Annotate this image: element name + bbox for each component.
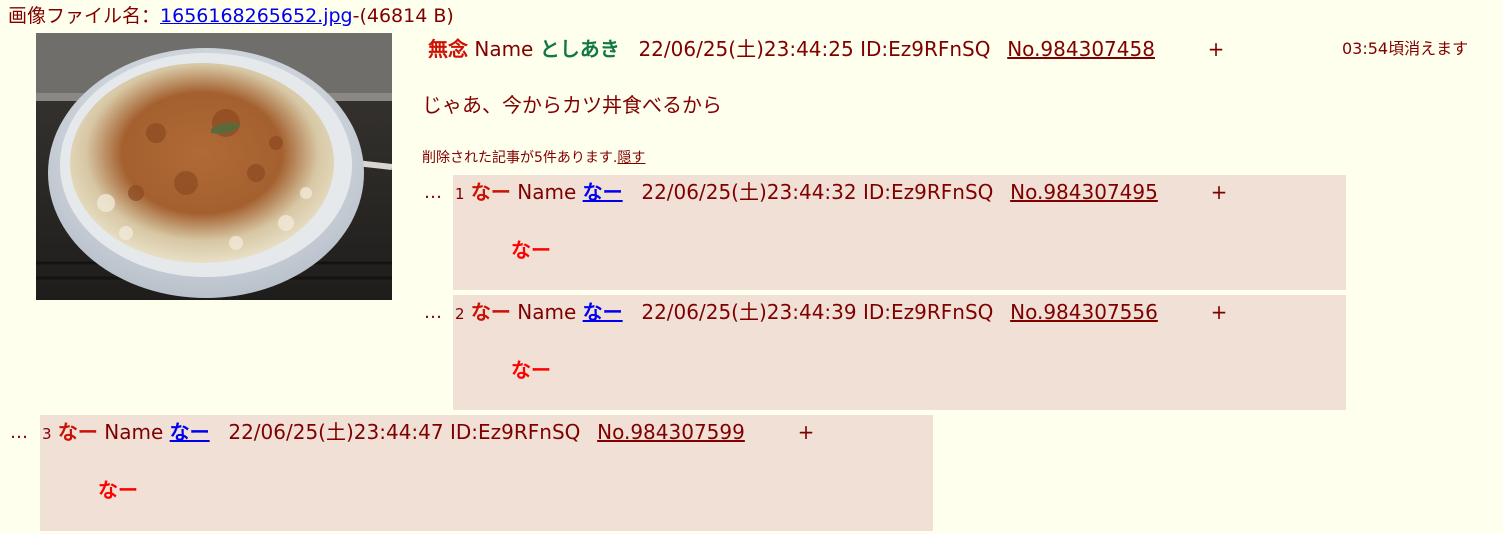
reply-subject: なー [470, 180, 511, 204]
reply-id: ID:Ez9RFnSQ [449, 420, 581, 444]
op-header: 無念 Name としあき 22/06/25(土)23:44:25 ID:Ez9R… [428, 36, 1224, 62]
deleted-notice-text: 削除された記事が5件あります. [422, 150, 618, 166]
op-name: としあき [539, 37, 620, 61]
reply-post-number-link[interactable]: No.984307495 [1010, 180, 1158, 204]
reply-header: 3 なー Name なー 22/06/25(土)23:44:47 ID:Ez9R… [42, 419, 814, 447]
reply-post: 3 なー Name なー 22/06/25(土)23:44:47 ID:Ez9R… [40, 415, 933, 531]
file-info: 画像ファイル名：1656168265652.jpg-(46814 B) [8, 4, 454, 28]
reply-name-label: Name [517, 300, 577, 324]
reply-plus-button[interactable]: + [798, 420, 815, 444]
reply-header: 2 なー Name なー 22/06/25(土)23:44:39 ID:Ez9R… [455, 299, 1227, 327]
reply-comment: なー [98, 478, 138, 502]
op-comment: じゃあ、今からカツ丼食べるから [422, 93, 722, 117]
reply-index: 3 [42, 425, 52, 443]
deleted-posts-notice: 削除された記事が5件あります.隠す [422, 149, 645, 167]
thread-page: 画像ファイル名：1656168265652.jpg-(46814 B) 無念 N… [0, 0, 1503, 534]
reply-post: 1 なー Name なー 22/06/25(土)23:44:32 ID:Ez9R… [453, 175, 1346, 290]
reply-subject: なー [57, 420, 98, 444]
reply-2-dots: … [424, 302, 442, 323]
reply-post: 2 なー Name なー 22/06/25(土)23:44:39 ID:Ez9R… [453, 295, 1346, 410]
reply-subject: なー [470, 300, 511, 324]
op-name-label: Name [474, 37, 534, 61]
reply-comment: なー [511, 358, 551, 382]
reply-name-link[interactable]: なー [583, 300, 623, 324]
op-post-number-link[interactable]: No.984307458 [1007, 37, 1155, 61]
reply-datetime: 22/06/25(土)23:44:32 [641, 180, 857, 204]
op-datetime: 22/06/25(土)23:44:25 [638, 37, 854, 61]
reply-post-number-link[interactable]: No.984307556 [1010, 300, 1158, 324]
op-plus-button[interactable]: + [1208, 37, 1225, 61]
reply-index: 1 [455, 185, 465, 203]
reply-name-link[interactable]: なー [583, 180, 623, 204]
file-label: 画像ファイル名： [8, 5, 161, 27]
reply-1-dots: … [424, 182, 442, 203]
reply-plus-button[interactable]: + [1211, 180, 1228, 204]
op-id: ID:Ez9RFnSQ [860, 37, 991, 61]
file-size: -(46814 B) [352, 5, 454, 27]
reply-comment: なー [511, 238, 551, 262]
reply-datetime: 22/06/25(土)23:44:47 [228, 420, 444, 444]
reply-id: ID:Ez9RFnSQ [862, 300, 994, 324]
reply-header: 1 なー Name なー 22/06/25(土)23:44:32 ID:Ez9R… [455, 179, 1227, 207]
reply-name-label: Name [517, 180, 577, 204]
op-subject: 無念 [428, 37, 468, 61]
reply-3-dots: … [10, 422, 28, 443]
hide-deleted-link[interactable]: 隠す [617, 150, 645, 166]
reply-post-number-link[interactable]: No.984307599 [597, 420, 745, 444]
reply-name-label: Name [104, 420, 164, 444]
reply-datetime: 22/06/25(土)23:44:39 [641, 300, 857, 324]
reply-plus-button[interactable]: + [1211, 300, 1228, 324]
reply-name-link[interactable]: なー [170, 420, 210, 444]
image-filename-link[interactable]: 1656168265652.jpg [160, 5, 353, 27]
katsudon-image [36, 33, 392, 300]
reply-id: ID:Ez9RFnSQ [862, 180, 994, 204]
post-image-thumbnail[interactable] [36, 33, 392, 300]
reply-index: 2 [455, 305, 465, 323]
expire-time: 03:54頃消えます [1342, 39, 1469, 58]
